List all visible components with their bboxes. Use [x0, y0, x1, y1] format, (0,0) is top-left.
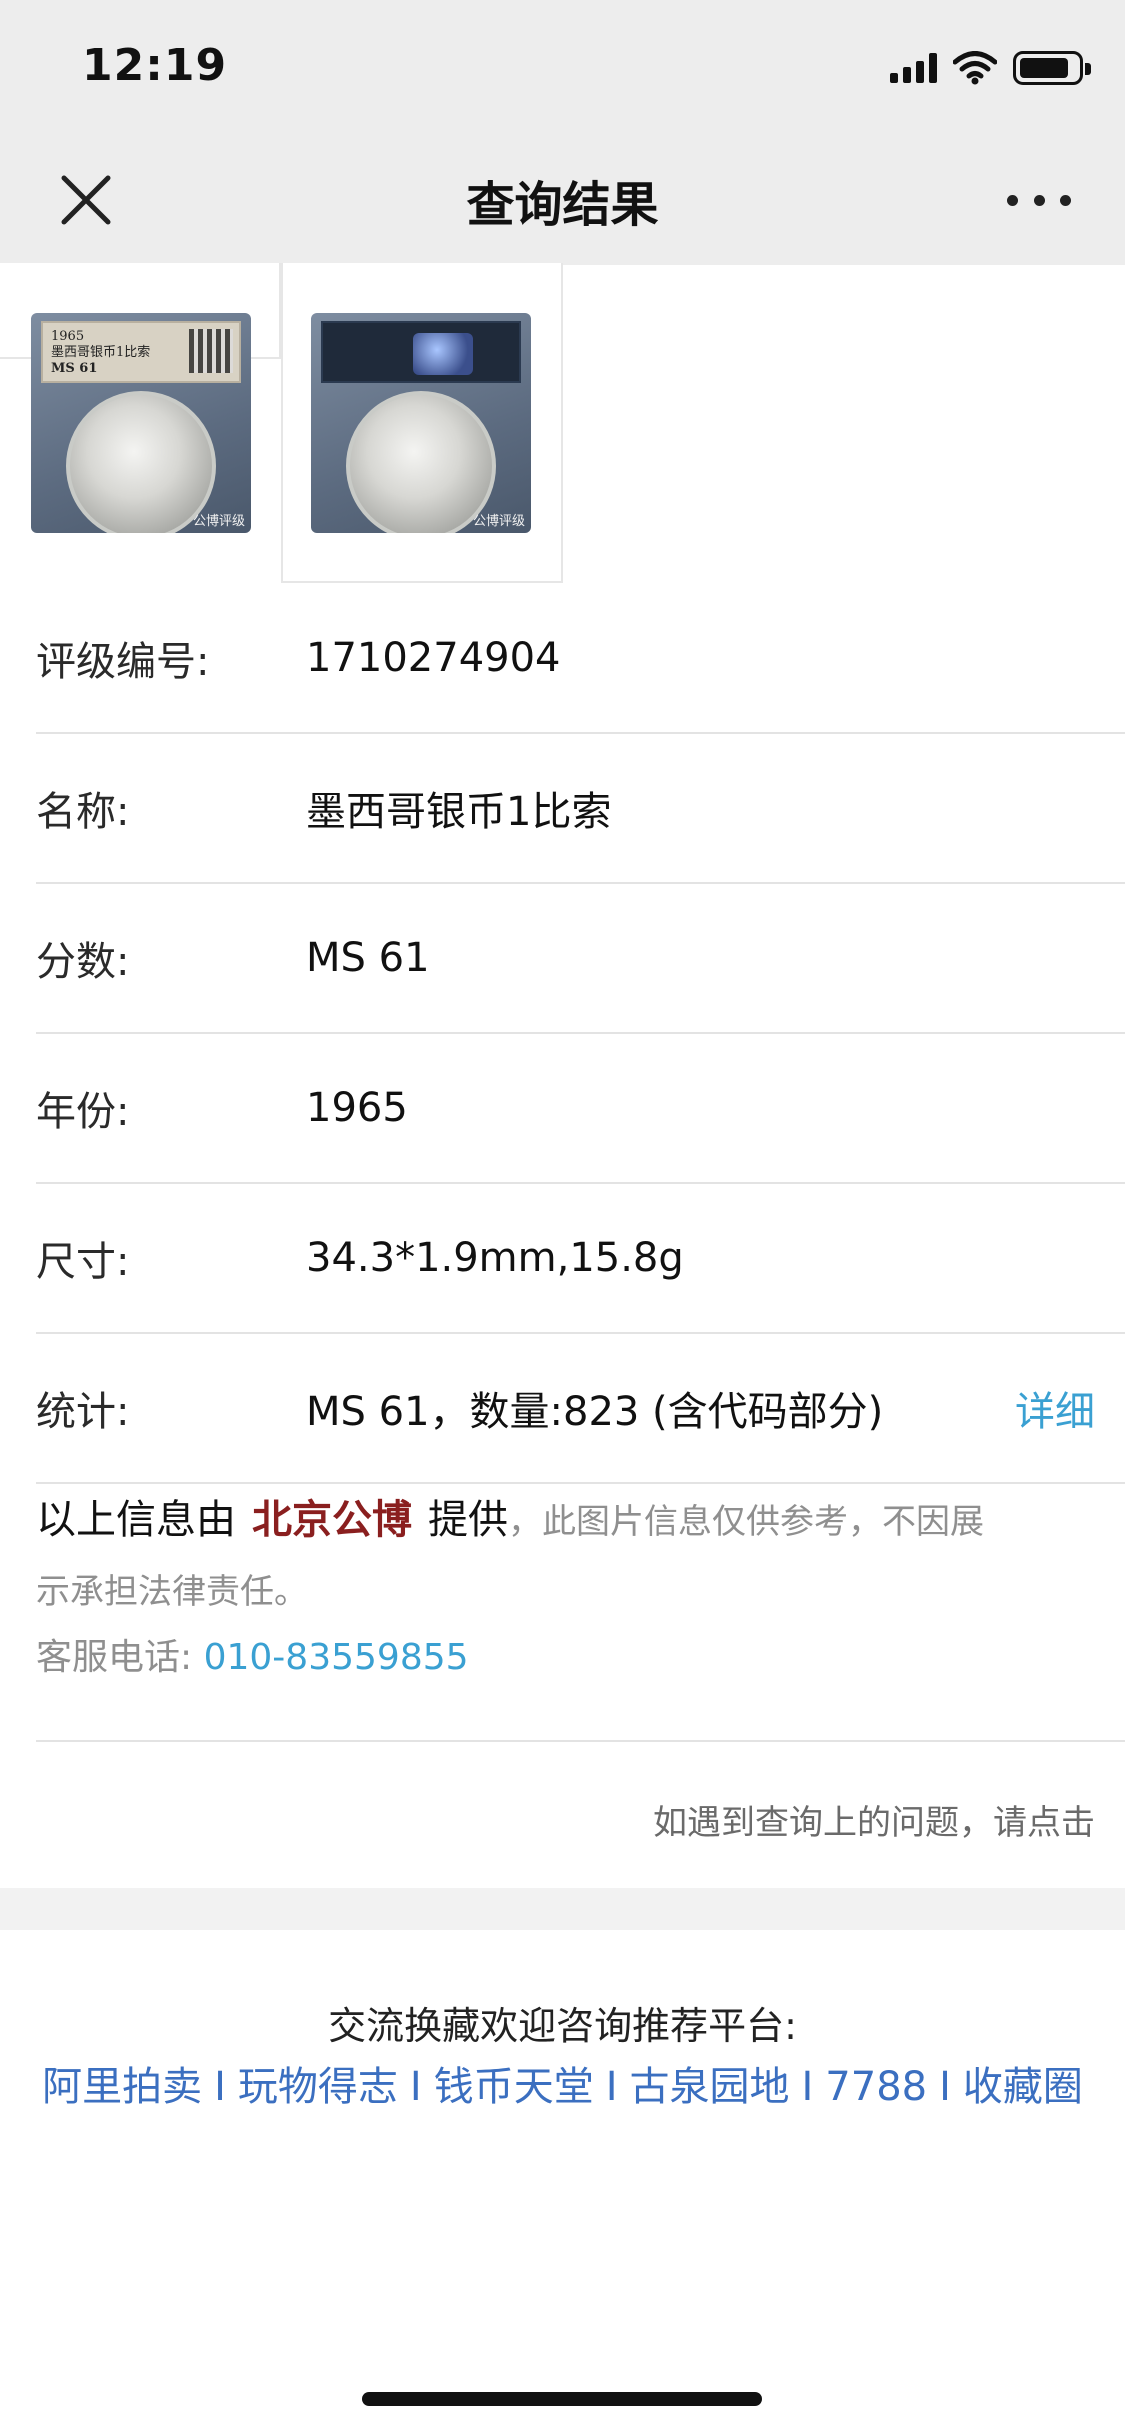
platform-link-ali[interactable]: 阿里拍卖	[42, 2064, 202, 2110]
section-separator	[0, 1888, 1125, 1930]
row-value: MS 61	[306, 935, 430, 981]
row-label: 统计:	[36, 1389, 130, 1435]
footer-title: 交流换藏欢迎咨询推荐平台:	[328, 2004, 797, 2048]
watermark: 公博评级	[472, 514, 525, 529]
signal-icon	[890, 53, 937, 83]
phone-label: 客服电话:	[36, 1637, 193, 1678]
link-separator: I	[939, 2064, 951, 2110]
row-grade-number: 评级编号: 1710274904	[36, 584, 1125, 734]
status-time: 12:19	[82, 40, 228, 91]
coin-reverse-image[interactable]: 公博评级	[311, 313, 531, 533]
qr-code-icon	[189, 329, 233, 373]
row-statistics: 统计: MS 61，数量:823 (含代码部分) 详细	[36, 1334, 1125, 1484]
detail-link[interactable]: 详细	[1015, 1379, 1095, 1437]
provider-line: 以上信息由 北京公博 提供，此图片信息仅供参考，不因展	[36, 1480, 1096, 1562]
platform-link-wanwu[interactable]: 玩物得志	[238, 2064, 398, 2110]
phone-link[interactable]: 010-83559855	[204, 1637, 469, 1678]
platform-links: 阿里拍卖 I 玩物得志 I 钱币天堂 I 古泉园地 I 7788 I 收藏圈	[0, 2054, 1125, 2112]
row-label: 尺寸:	[36, 1239, 130, 1285]
row-label: 名称:	[36, 789, 130, 835]
slab-label	[321, 321, 521, 383]
row-label: 分数:	[36, 939, 130, 985]
info-table: 评级编号: 1710274904 名称: 墨西哥银币1比索 分数: MS 61 …	[36, 584, 1125, 1484]
coin-obverse-image[interactable]: 1965 墨西哥银币1比索 MS 61 公博评级	[31, 313, 251, 533]
slab-label-text: 1965 墨西哥银币1比索 MS 61	[51, 329, 151, 376]
slab-label: 1965 墨西哥银币1比索 MS 61	[41, 321, 241, 383]
divider	[36, 1740, 1125, 1742]
more-icon[interactable]	[1007, 175, 1071, 225]
link-separator: I	[801, 2064, 814, 2110]
platform-link-shoucang[interactable]: 收藏圈	[963, 2064, 1083, 2110]
provider-info: 以上信息由 北京公博 提供，此图片信息仅供参考，不因展 示承担法律责任。 客服电话:…	[36, 1480, 1096, 1688]
help-link[interactable]: 如遇到查询上的问题，请点击	[653, 1795, 1095, 1844]
coin-thumbnails: 1965 墨西哥银币1比索 MS 61 公博评级 公博评级	[0, 263, 1125, 585]
link-separator: I	[409, 2064, 422, 2110]
row-size: 尺寸: 34.3*1.9mm,15.8g	[36, 1184, 1125, 1334]
row-value: 墨西哥银币1比索	[306, 789, 612, 835]
provider-brand: 北京公博	[252, 1497, 412, 1543]
disclaimer-text: 示承担法律责任。	[36, 1572, 308, 1612]
hologram-icon	[413, 333, 473, 375]
provider-suffix: 提供	[428, 1497, 508, 1543]
home-indicator[interactable]	[362, 2392, 762, 2406]
wifi-icon	[953, 51, 997, 85]
row-value: 1965	[306, 1085, 408, 1131]
platform-link-guquan[interactable]: 古泉园地	[630, 2064, 790, 2110]
platform-link-qianbi[interactable]: 钱币天堂	[434, 2064, 594, 2110]
battery-icon	[1013, 51, 1091, 85]
row-value: MS 61，数量:823 (含代码部分)	[306, 1389, 884, 1435]
row-value: 1710274904	[306, 635, 561, 681]
row-label: 年份:	[36, 1089, 130, 1135]
platform-link-7788[interactable]: 7788	[825, 2064, 927, 2110]
row-score: 分数: MS 61	[36, 884, 1125, 1034]
nav-bar: 查询结果	[0, 135, 1125, 265]
link-separator: I	[605, 2064, 618, 2110]
customer-service: 客服电话: 010-83559855	[36, 1628, 1096, 1688]
provider-prefix: 以上信息由	[36, 1497, 236, 1543]
status-icons	[890, 48, 1091, 88]
row-label: 评级编号:	[36, 639, 210, 685]
watermark: 公博评级	[192, 514, 245, 529]
status-bar: 12:19	[0, 0, 1125, 135]
row-value: 34.3*1.9mm,15.8g	[306, 1235, 684, 1281]
page-title: 查询结果	[466, 177, 659, 233]
link-separator: I	[214, 2064, 226, 2110]
row-name: 名称: 墨西哥银币1比索	[36, 734, 1125, 884]
disclaimer-text: ，此图片信息仅供参考，不因展	[508, 1502, 984, 1542]
row-year: 年份: 1965	[36, 1034, 1125, 1184]
